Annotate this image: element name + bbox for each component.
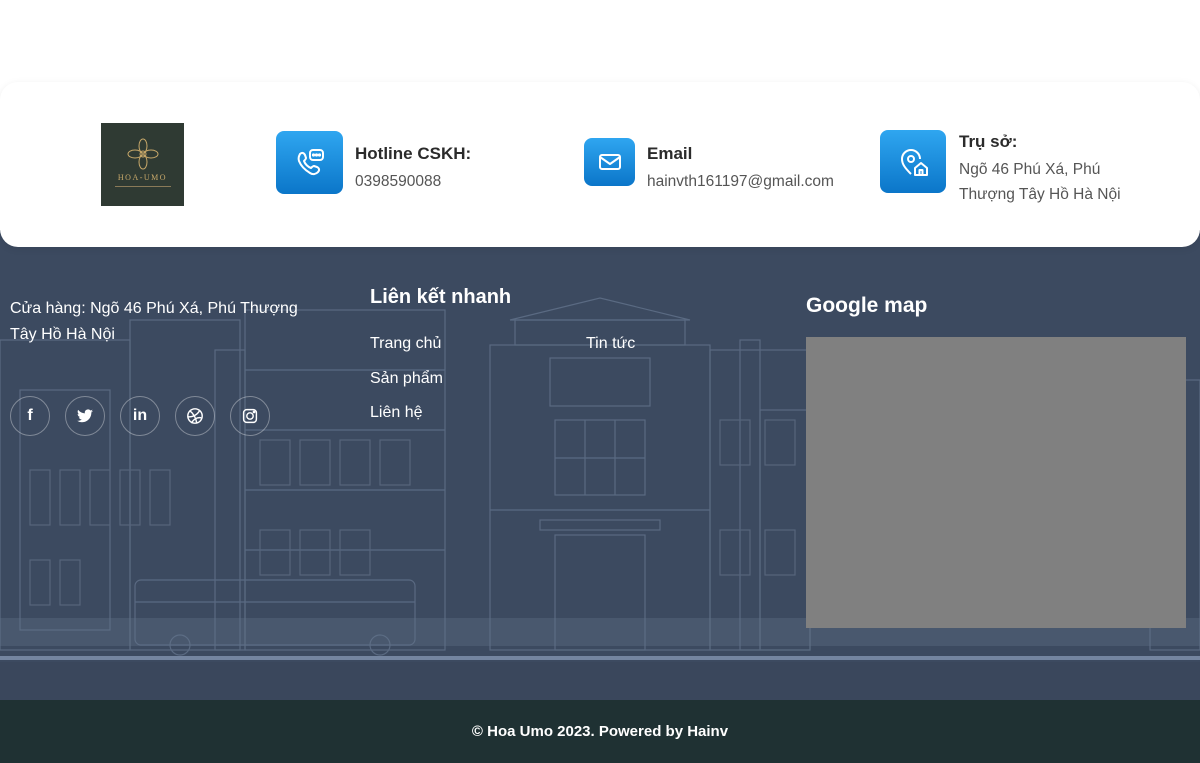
store-address-line1: Cửa hàng: Ngõ 46 Phú Xá, Phú Thượng: [10, 300, 298, 317]
logo-wordmark: HOA-UMO: [117, 172, 168, 182]
email-address[interactable]: hainvth161197@gmail.com: [647, 169, 834, 194]
linkedin-icon[interactable]: in: [120, 396, 160, 436]
contact-card: HOA-UMO Hotline CSKH: 0398590088 Email h…: [0, 82, 1200, 247]
copyright-text: © Hoa Umo 2023. Powered by Hainv: [471, 723, 729, 740]
hotline-title: Hotline CSKH:: [355, 144, 472, 163]
google-map-title: Google map: [806, 294, 928, 317]
office-address-line2: Thượng Tây Hồ Hà Nội: [959, 186, 1121, 203]
office-address-line1: Ngõ 46 Phú Xá, Phú: [959, 161, 1101, 178]
link-trang-chu[interactable]: Trang chủ: [370, 335, 441, 353]
flower-logo-icon: [127, 138, 158, 169]
store-address: Cửa hàng: Ngõ 46 Phú Xá, Phú Thượng Tây …: [10, 296, 350, 348]
location-home-icon: [880, 130, 946, 193]
twitter-icon[interactable]: [65, 396, 105, 436]
facebook-icon[interactable]: f: [10, 396, 50, 436]
brand-logo[interactable]: HOA-UMO: [101, 123, 184, 206]
footer-main: Cửa hàng: Ngõ 46 Phú Xá, Phú Thượng Tây …: [0, 230, 1200, 700]
store-address-line2: Tây Hồ Hà Nội: [10, 326, 115, 343]
link-san-pham[interactable]: Sản phẩm: [370, 370, 443, 388]
bottom-bar: © Hoa Umo 2023. Powered by Hainv: [0, 700, 1200, 763]
social-links: f in: [10, 396, 270, 436]
hotline-icon: [276, 131, 343, 194]
link-lien-he[interactable]: Liên hệ: [370, 404, 423, 422]
google-map-embed[interactable]: [806, 337, 1186, 628]
logo-tagline: [114, 185, 171, 187]
instagram-icon[interactable]: [230, 396, 270, 436]
email-icon: [584, 138, 635, 186]
office-title: Trụ sở:: [959, 132, 1018, 151]
hotline-number[interactable]: 0398590088: [355, 169, 441, 194]
quick-links-title: Liên kết nhanh: [370, 286, 512, 308]
link-tin-tuc[interactable]: Tin tức: [586, 335, 635, 353]
email-title: Email: [647, 144, 693, 163]
dribbble-icon[interactable]: [175, 396, 215, 436]
